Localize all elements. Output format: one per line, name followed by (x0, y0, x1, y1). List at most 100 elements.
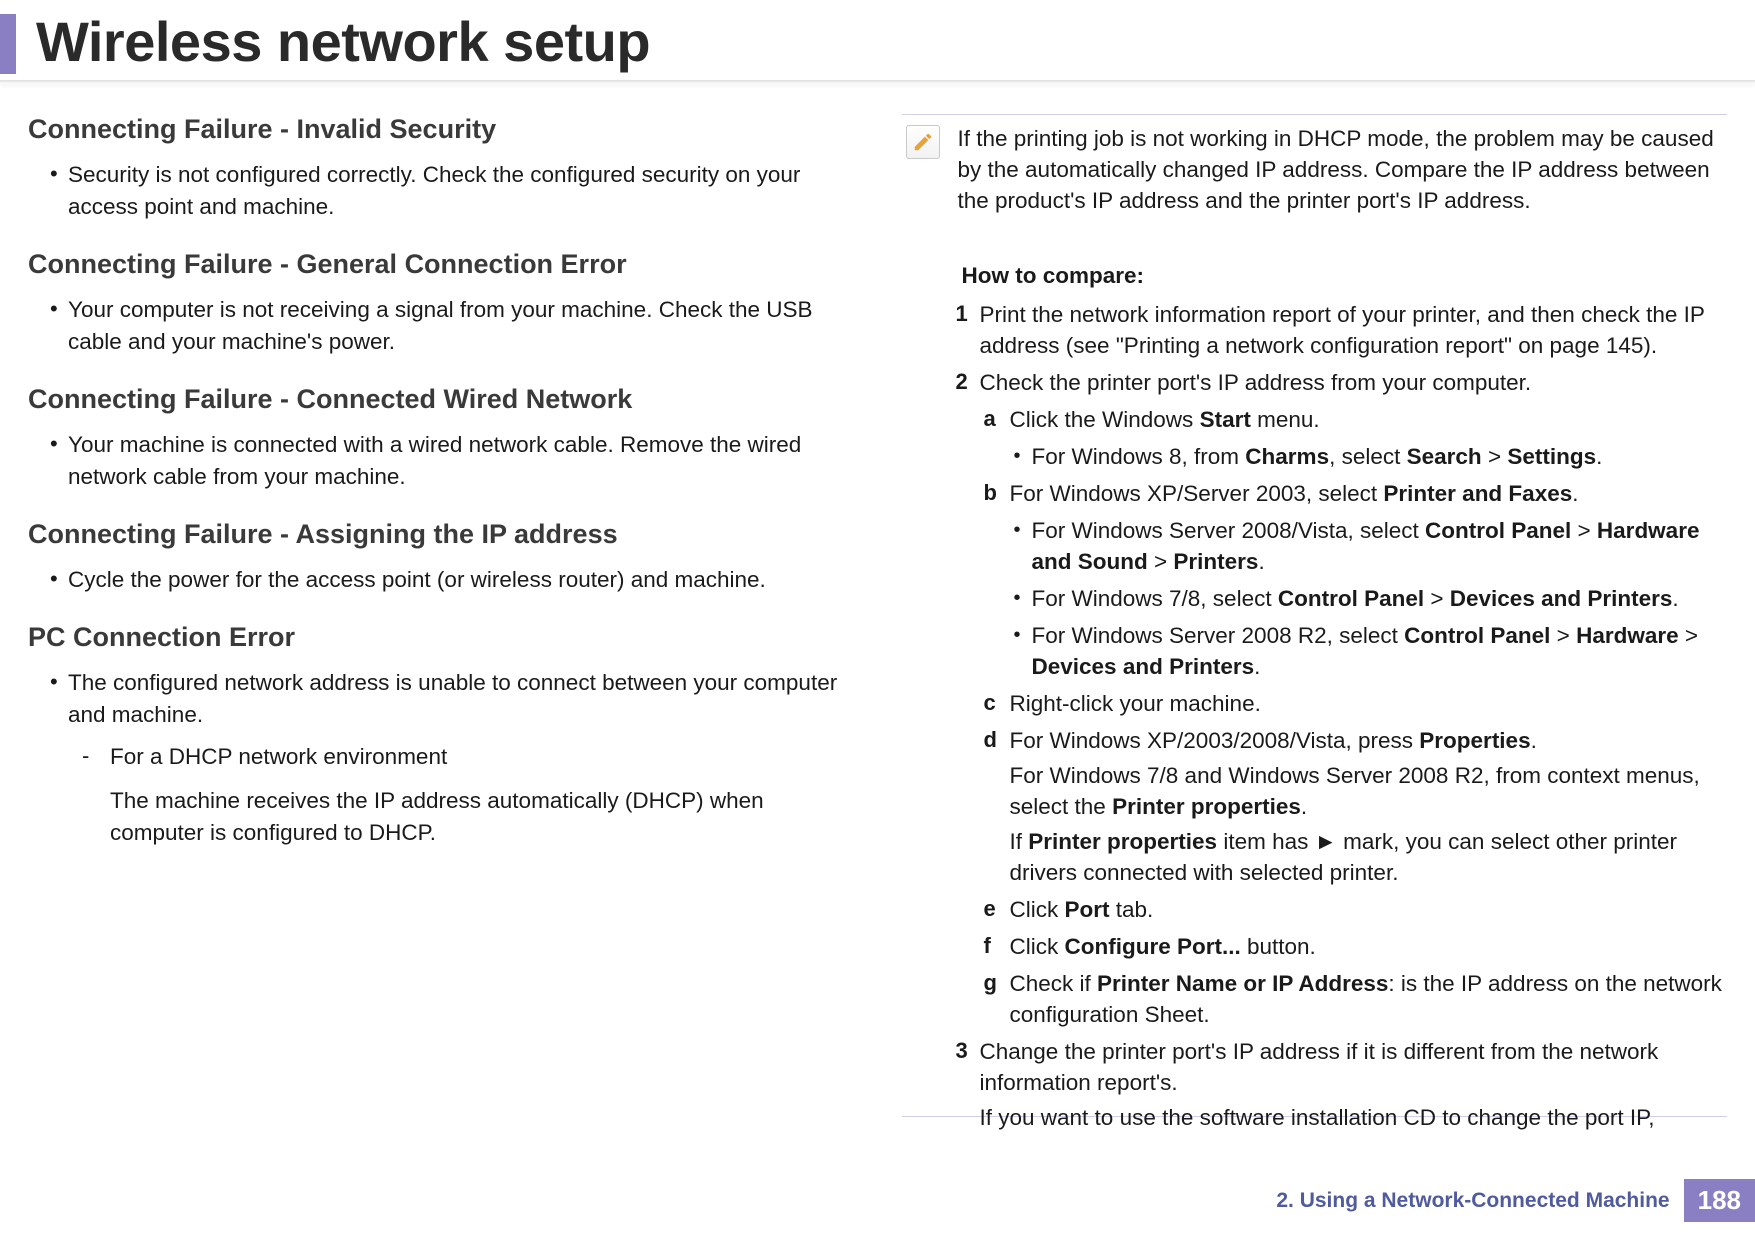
content-area: Connecting Failure - Invalid Security • … (0, 84, 1755, 1133)
step-body: Check the printer port's IP address from… (980, 367, 1532, 398)
substep-g: g Check if Printer Name or IP Address: i… (984, 968, 1728, 1030)
text-span: Click (1010, 897, 1065, 922)
left-column: Connecting Failure - Invalid Security • … (28, 114, 854, 1133)
text-span: tab. (1110, 897, 1154, 922)
letter-marker: g (984, 968, 1010, 1030)
footer-chapter: 2. Using a Network-Connected Machine (1276, 1189, 1669, 1213)
section-heading-invalid-security: Connecting Failure - Invalid Security (28, 114, 854, 145)
bullet-dot-icon: • (1014, 620, 1032, 682)
inner-bullet: • For Windows Server 2008/Vista, select … (1014, 515, 1728, 577)
letter-marker: c (984, 688, 1010, 719)
text-span: For Windows XP/Server 2003, select (1010, 481, 1384, 506)
sub-label: For a DHCP network environment (110, 741, 447, 773)
step-1: 1 Print the network information report o… (956, 299, 1728, 361)
bold-text: Settings (1507, 444, 1596, 469)
bold-text: Control Panel (1278, 586, 1424, 611)
bullet-text: The configured network address is unable… (68, 667, 854, 731)
letter-marker: e (984, 894, 1010, 925)
section-heading-ip-address: Connecting Failure - Assigning the IP ad… (28, 519, 854, 550)
substep-d: d For Windows XP/2003/2008/Vista, press … (984, 725, 1728, 756)
inner-bullet-body: For Windows Server 2008/Vista, select Co… (1032, 515, 1728, 577)
bullet-text: Cycle the power for the access point (or… (68, 564, 766, 596)
bullet-text: Your machine is connected with a wired n… (68, 429, 854, 493)
text-span: . (1596, 444, 1602, 469)
bullet-dot-icon: • (50, 429, 68, 493)
step-body: Change the printer port's IP address if … (980, 1036, 1728, 1098)
dash-icon: - (82, 741, 110, 773)
text-span: For Windows Server 2008 R2, select (1032, 623, 1405, 648)
text-span: Click the Windows (1010, 407, 1200, 432)
text-span: > (1550, 623, 1576, 648)
inner-bullet: • For Windows 8, from Charms, select Sea… (1014, 441, 1728, 472)
text-span: . (1254, 654, 1260, 679)
step-body: Print the network information report of … (980, 299, 1728, 361)
letter-body: For Windows XP/2003/2008/Vista, press Pr… (1010, 725, 1537, 756)
bullet-item: • Cycle the power for the access point (… (50, 564, 854, 596)
inner-bullet-body: For Windows Server 2008 R2, select Contr… (1032, 620, 1728, 682)
substep-c: c Right-click your machine. (984, 688, 1728, 719)
bold-text: Control Panel (1425, 518, 1571, 543)
bullet-dot-icon: • (50, 294, 68, 358)
bullet-item: • The configured network address is unab… (50, 667, 854, 731)
spacer (956, 1102, 980, 1133)
title-accent-tab (0, 14, 16, 74)
inner-bullet-body: For Windows 7/8, select Control Panel > … (1032, 583, 1679, 614)
substep-d-para1: For Windows 7/8 and Windows Server 2008 … (1010, 760, 1728, 822)
text-span: . (1672, 586, 1678, 611)
bullet-dot-icon: • (50, 564, 68, 596)
compare-heading: How to compare: (962, 263, 1728, 289)
step-marker: 3 (956, 1036, 980, 1098)
step-body: If you want to use the software installa… (980, 1102, 1655, 1133)
bold-text: Properties (1419, 728, 1530, 753)
section-heading-general-error: Connecting Failure - General Connection … (28, 249, 854, 280)
letter-body: Click the Windows Start menu. (1010, 404, 1320, 435)
text-span: > (1148, 549, 1174, 574)
bold-text: Search (1407, 444, 1482, 469)
step-marker: 1 (956, 299, 980, 361)
text-span: For Windows 7/8, select (1032, 586, 1278, 611)
bold-text: Hardware (1576, 623, 1679, 648)
bullet-item: • Security is not configured correctly. … (50, 159, 854, 223)
text-span: For Windows XP/2003/2008/Vista, press (1010, 728, 1420, 753)
bullet-dot-icon: • (50, 667, 68, 731)
bullet-dot-icon: • (1014, 515, 1032, 577)
letter-body: For Windows XP/Server 2003, select Print… (1010, 478, 1579, 509)
page-footer: 2. Using a Network-Connected Machine 188 (1276, 1179, 1755, 1222)
text-span: > (1679, 623, 1698, 648)
text-span: . (1301, 794, 1307, 819)
text-span: . (1258, 549, 1264, 574)
text-span: > (1424, 586, 1450, 611)
text-span: menu. (1251, 407, 1320, 432)
text-span: Click (1010, 934, 1065, 959)
sub-paragraph: The machine receives the IP address auto… (110, 785, 854, 849)
letter-body: Right-click your machine. (1010, 688, 1261, 719)
letter-body: Check if Printer Name or IP Address: is … (1010, 968, 1728, 1030)
bold-text: Printer properties (1028, 829, 1217, 854)
section-heading-pc-error: PC Connection Error (28, 622, 854, 653)
bold-text: Printer and Faxes (1383, 481, 1572, 506)
letter-marker: b (984, 478, 1010, 509)
bullet-dot-icon: • (1014, 441, 1032, 472)
bullet-item: • Your machine is connected with a wired… (50, 429, 854, 493)
letter-body: Click Port tab. (1010, 894, 1154, 925)
bullet-dot-icon: • (1014, 583, 1032, 614)
text-span: > (1571, 518, 1597, 543)
bold-text: Start (1200, 407, 1251, 432)
text-span: . (1531, 728, 1537, 753)
text-span: . (1572, 481, 1578, 506)
text-span: > (1482, 444, 1508, 469)
note-pencil-icon (906, 125, 940, 159)
step-3: 3 Change the printer port's IP address i… (956, 1036, 1728, 1098)
substep-e: e Click Port tab. (984, 894, 1728, 925)
bullet-item: • Your computer is not receiving a signa… (50, 294, 854, 358)
inner-bullet-body: For Windows 8, from Charms, select Searc… (1032, 441, 1603, 472)
page-title: Wireless network setup (36, 9, 650, 74)
bullet-dot-icon: • (50, 159, 68, 223)
page-number-badge: 188 (1684, 1179, 1755, 1222)
text-span: For Windows 8, from (1032, 444, 1246, 469)
letter-marker: d (984, 725, 1010, 756)
step-marker: 2 (956, 367, 980, 398)
bold-text: Control Panel (1404, 623, 1550, 648)
note-text: If the printing job is not working in DH… (958, 123, 1724, 216)
section-heading-wired-network: Connecting Failure - Connected Wired Net… (28, 384, 854, 415)
